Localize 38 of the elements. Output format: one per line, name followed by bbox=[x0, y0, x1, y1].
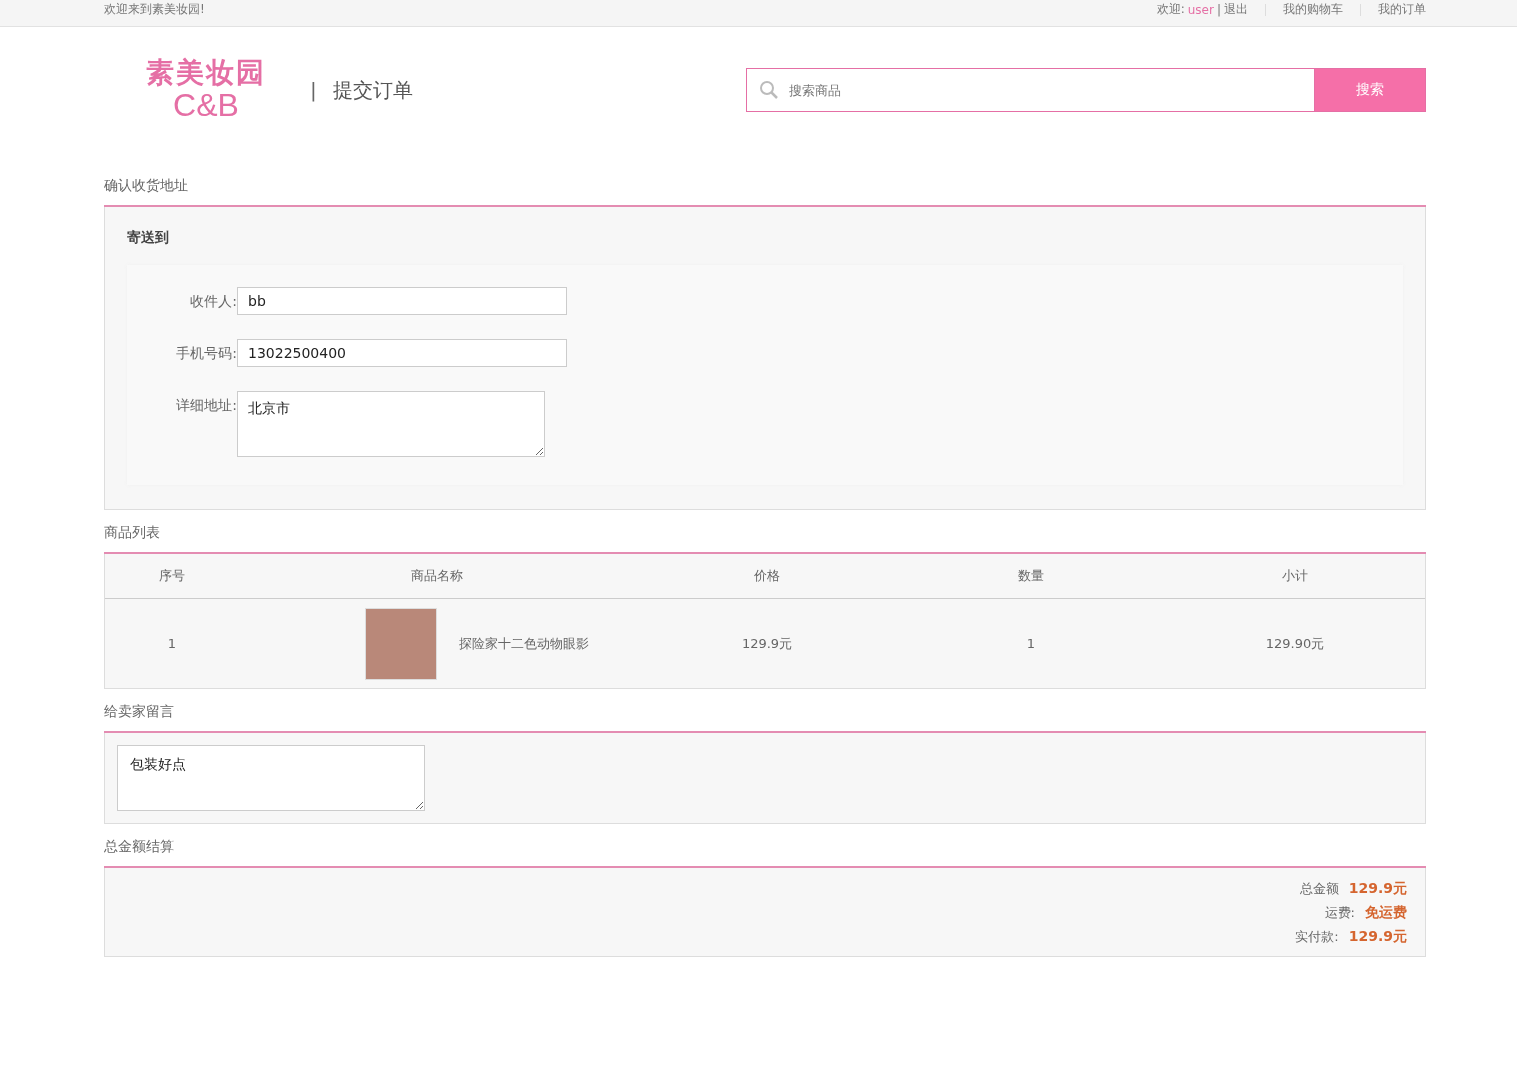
field-label: 手机号码: bbox=[175, 344, 237, 363]
column-header: 价格 bbox=[753, 567, 781, 585]
field-label: 详细地址: bbox=[175, 396, 237, 415]
nav-link[interactable]: 我的购物车 bbox=[1283, 1, 1343, 18]
username-link[interactable]: user bbox=[1187, 2, 1214, 17]
search-field[interactable]: 搜索商品 bbox=[787, 81, 1314, 99]
column-header: 序号 bbox=[158, 567, 186, 585]
page-title: 提交订单 bbox=[332, 76, 413, 104]
divider-text: | bbox=[310, 78, 317, 102]
separator-text: | bbox=[1216, 2, 1221, 17]
welcome-text: 欢迎来到素美妆园! bbox=[104, 1, 205, 18]
table-cell-text: 1 bbox=[1025, 636, 1037, 651]
summary-value: 免运费 bbox=[1365, 904, 1407, 922]
search-icon bbox=[759, 80, 779, 100]
search-button[interactable]: 搜索 bbox=[1314, 68, 1426, 112]
summary-label: 实付款: bbox=[1295, 928, 1339, 946]
summary-label: 运费: bbox=[1324, 904, 1355, 922]
table-cell-text: 129.90元 bbox=[1264, 634, 1326, 653]
input-field[interactable]: 13022500400 bbox=[237, 339, 567, 367]
logo[interactable]: 素美妆园 C&B bbox=[138, 59, 274, 121]
column-header: 小计 bbox=[1281, 567, 1309, 585]
table-cell-text: 129.9元 bbox=[740, 634, 794, 653]
address-field[interactable]: 北京市 bbox=[237, 391, 545, 457]
summary-value: 129.9元 bbox=[1348, 880, 1407, 898]
search-box[interactable]: 搜索商品 bbox=[746, 68, 1314, 112]
product-name[interactable]: 探险家十二色动物眼影 bbox=[459, 634, 589, 653]
table-cell-text: 1 bbox=[166, 636, 178, 651]
summary-value: 129.9元 bbox=[1348, 928, 1407, 946]
nav-link[interactable]: 我的订单 bbox=[1378, 1, 1426, 18]
logout-link[interactable]: 退出 bbox=[1224, 1, 1248, 18]
field-label: 收件人: bbox=[189, 292, 237, 311]
greeting-text: 欢迎: bbox=[1156, 1, 1185, 18]
column-header: 数量 bbox=[1017, 567, 1045, 585]
summary-label: 总金额 bbox=[1299, 880, 1339, 898]
message-field[interactable]: 包装好点 bbox=[117, 745, 425, 811]
ship-to-heading: 寄送到 bbox=[127, 229, 170, 247]
input-field[interactable]: bb bbox=[237, 287, 567, 315]
column-header: 商品名称 bbox=[410, 567, 464, 585]
